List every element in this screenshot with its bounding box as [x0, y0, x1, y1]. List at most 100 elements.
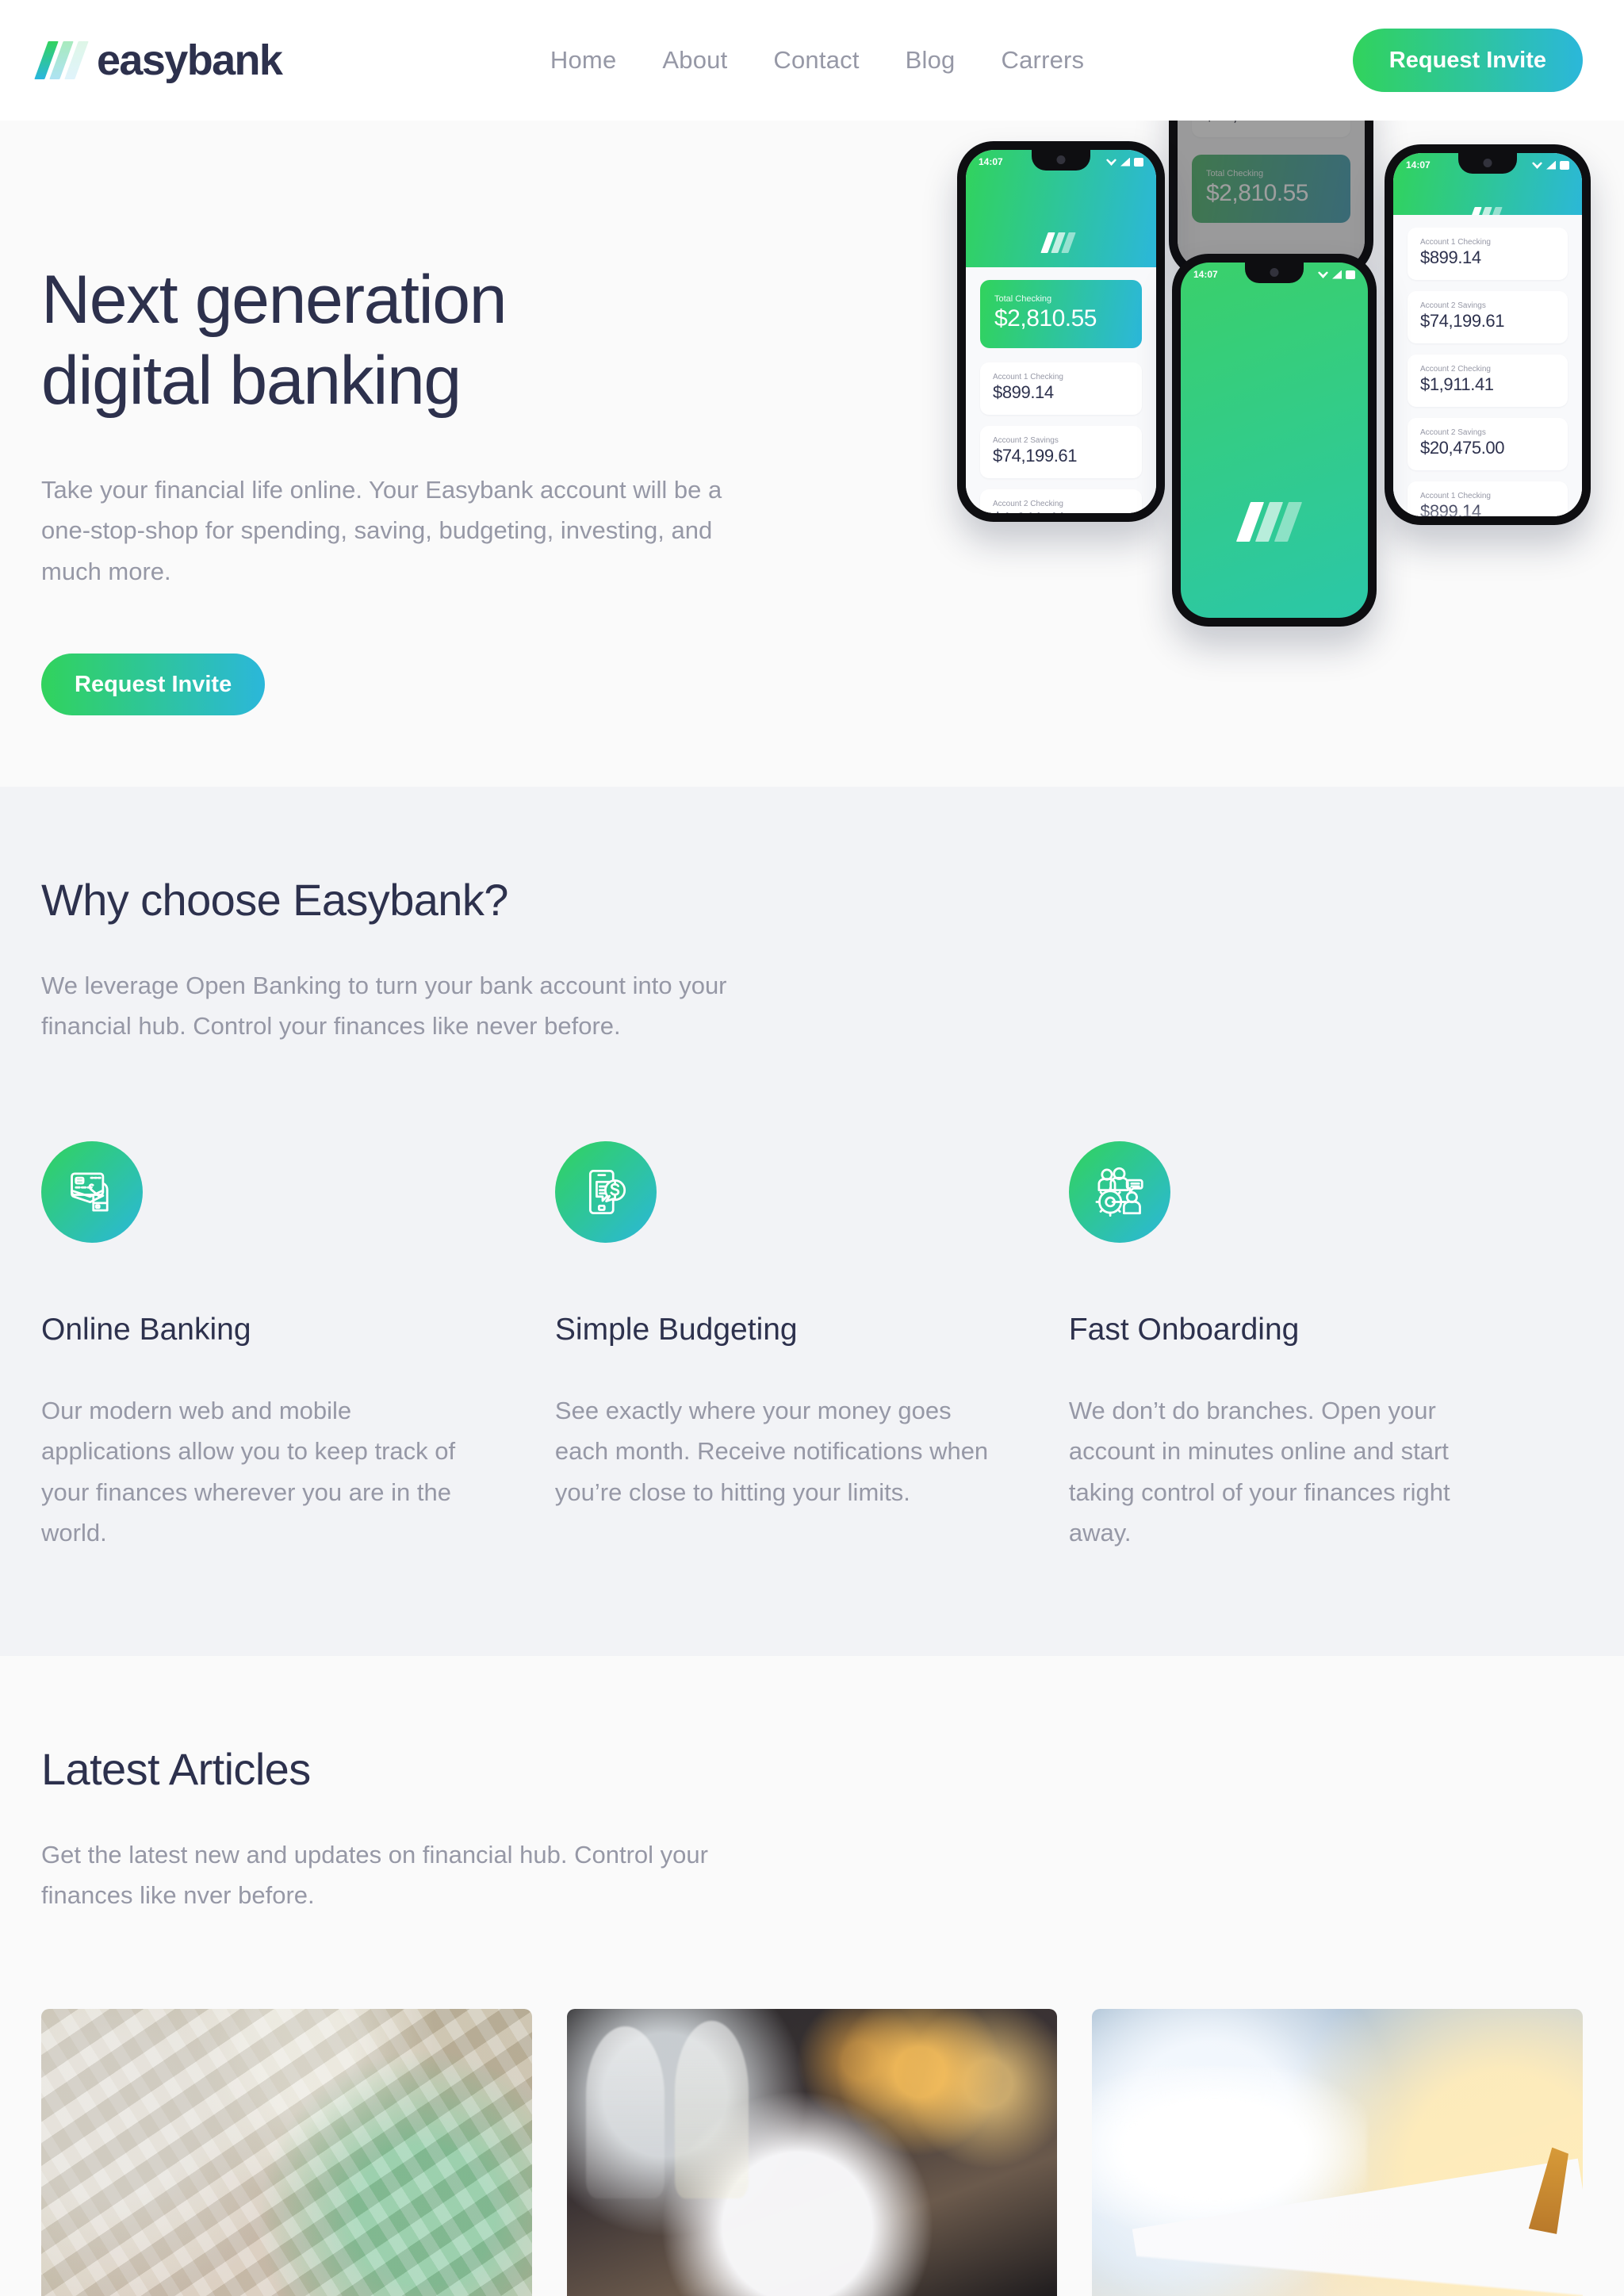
nav-item-contact[interactable]: Contact	[773, 46, 859, 75]
nav-item-carrers[interactable]: Carrers	[1002, 46, 1085, 75]
people-gear-onboarding-icon	[1068, 1141, 1170, 1244]
phone-right-screen: 14:07 Account 1 Checking $899.14 Account…	[1393, 153, 1582, 516]
list-fade-overlay	[1393, 502, 1582, 516]
status-time: 14:07	[1406, 159, 1431, 171]
hero-section: Next generation digital banking Take you…	[0, 71, 1624, 787]
nav-item-blog[interactable]: Blog	[906, 46, 956, 75]
account-card: Account 1 Checking $899.14	[980, 362, 1142, 415]
feature-title: Fast Onboarding	[1068, 1313, 1300, 1347]
feature-simple-budgeting: Simple Budgeting See exactly where your …	[554, 1141, 1069, 1553]
battery-icon	[1346, 270, 1355, 279]
status-icon-group	[1318, 270, 1355, 279]
brand-logo[interactable]: easybank	[34, 36, 283, 84]
account-label: Account 2 Savings	[1420, 428, 1486, 437]
account-card: Account 2 Checking $1,911.41	[980, 489, 1142, 513]
header-cta-wrap: Request Invite	[1352, 29, 1583, 92]
latest-articles-section: Latest Articles Get the latest new and u…	[0, 1655, 1624, 2296]
feature-title: Simple Budgeting	[554, 1313, 798, 1347]
battery-icon	[1560, 160, 1569, 170]
phone-left-body: Total Checking $2,810.55 Account 1 Check…	[966, 267, 1156, 513]
feature-fast-onboarding: Fast Onboarding We don’t do branches. Op…	[1068, 1141, 1583, 1553]
phone-status-bar: 14:07	[1393, 153, 1582, 177]
account-amount: $899.14	[993, 382, 1054, 402]
account-amount: $1,911.41	[1420, 374, 1494, 394]
feature-description: We don’t do branches. Open your account …	[1068, 1397, 1450, 1547]
total-checking-card: Total Checking $2,810.55	[1192, 155, 1350, 223]
why-choose-description: We leverage Open Banking to turn your ba…	[41, 972, 727, 1041]
article-card-grid	[41, 2009, 1583, 2296]
header-request-invite-button[interactable]: Request Invite	[1352, 29, 1583, 92]
account-amount: $899.14	[1420, 247, 1481, 267]
status-icon-group	[1532, 160, 1569, 170]
status-icon-group	[1106, 157, 1143, 167]
total-checking-label: Total Checking	[1206, 169, 1264, 178]
site-header: easybank Home About Contact Blog Carrers…	[0, 0, 1624, 121]
account-amount: $20,475.00	[1420, 438, 1505, 458]
account-label: Account 2 Checking	[1420, 365, 1491, 374]
signal-icon	[1546, 160, 1556, 170]
phone-mockup-front: 14:07	[1172, 254, 1377, 627]
account-card: Account 2 Savings $74,199.61	[980, 426, 1142, 478]
app-logo-icon	[1040, 232, 1078, 253]
hero-title-line1: Next generation	[41, 262, 508, 338]
phone-mockups: Account 2 Savings $20,475.00 Total Check…	[944, 71, 1624, 1007]
hero-request-invite-button[interactable]: Request Invite	[41, 654, 266, 716]
feature-title: Online Banking	[41, 1313, 251, 1347]
total-checking-label: Total Checking	[994, 294, 1052, 304]
account-amount: $1,911.41	[993, 509, 1129, 513]
account-card: Account 1 Checking $899.14	[1408, 228, 1568, 280]
article-card[interactable]	[1092, 2009, 1583, 2296]
wifi-icon	[1532, 162, 1542, 169]
nav-item-home[interactable]: Home	[550, 46, 617, 75]
total-checking-amount: $2,810.55	[1206, 180, 1308, 206]
phone-front-screen: 14:07	[1181, 263, 1368, 618]
latest-articles-description: Get the latest new and updates on financ…	[41, 1840, 708, 1909]
easybank-slash-logo-icon	[34, 41, 89, 79]
total-checking-amount: $2,810.55	[994, 305, 1097, 332]
hero-copy: Next generation digital banking Take you…	[41, 259, 802, 716]
phone-left-screen: 14:07 Total Checking $2,810.55 Account 1…	[966, 150, 1156, 513]
phone-left-topbar: 14:07	[966, 150, 1156, 267]
wifi-icon	[1106, 159, 1116, 166]
phone-status-bar: 14:07	[1181, 263, 1368, 286]
phone-money-document-icon	[554, 1141, 657, 1244]
app-logo-icon	[1235, 502, 1305, 542]
article-card[interactable]	[566, 2009, 1058, 2296]
account-card: Account 2 Savings $20,475.00	[1408, 418, 1568, 470]
account-label: Account 2 Checking	[993, 500, 1063, 508]
wifi-icon	[1318, 271, 1328, 278]
account-amount: $74,199.61	[993, 446, 1078, 466]
status-time: 14:07	[979, 156, 1003, 167]
battery-icon	[1134, 157, 1143, 167]
account-amount: $74,199.61	[1420, 311, 1505, 331]
splash-screen	[1181, 263, 1368, 618]
phone-mockup-left: 14:07 Total Checking $2,810.55 Account 1…	[957, 141, 1165, 522]
brand-name: easybank	[97, 36, 283, 84]
signal-icon	[1120, 157, 1130, 167]
account-card: Account 2 Checking $1,911.41	[1408, 355, 1568, 407]
airplane-wing-sky-photo	[1092, 2009, 1583, 2296]
phone-right-body: Account 1 Checking $899.14 Account 2 Sav…	[1393, 215, 1582, 516]
restaurant-dining-photo	[566, 2009, 1058, 2296]
total-checking-card: Total Checking $2,810.55	[980, 280, 1142, 348]
feature-description: Our modern web and mobile applications a…	[41, 1397, 456, 1547]
article-card[interactable]	[41, 2009, 532, 2296]
account-label: Account 2 Savings	[1420, 301, 1486, 310]
feature-list: Online Banking Our modern web and mobile…	[41, 1141, 1583, 1553]
hand-holding-credit-card-icon	[41, 1141, 143, 1244]
hero-title: Next generation digital banking	[41, 259, 802, 422]
account-label: Account 1 Checking	[993, 373, 1063, 381]
page-root: easybank Home About Contact Blog Carrers…	[0, 0, 1624, 2296]
signal-icon	[1332, 270, 1342, 279]
phone-mockup-right: 14:07 Account 1 Checking $899.14 Account…	[1385, 144, 1591, 525]
banknotes-photo	[41, 2009, 532, 2296]
airplane-winglet-icon	[1519, 2145, 1568, 2234]
feature-online-banking: Online Banking Our modern web and mobile…	[41, 1141, 555, 1553]
hero-title-line2: digital banking	[41, 343, 462, 420]
account-label: Account 1 Checking	[1420, 492, 1491, 500]
phone-status-bar: 14:07	[966, 150, 1156, 174]
feature-description: See exactly where your money goes each m…	[554, 1397, 989, 1506]
account-card: Account 2 Savings $74,199.61	[1408, 291, 1568, 343]
account-label: Account 1 Checking	[1420, 238, 1491, 247]
nav-item-about[interactable]: About	[662, 46, 727, 75]
